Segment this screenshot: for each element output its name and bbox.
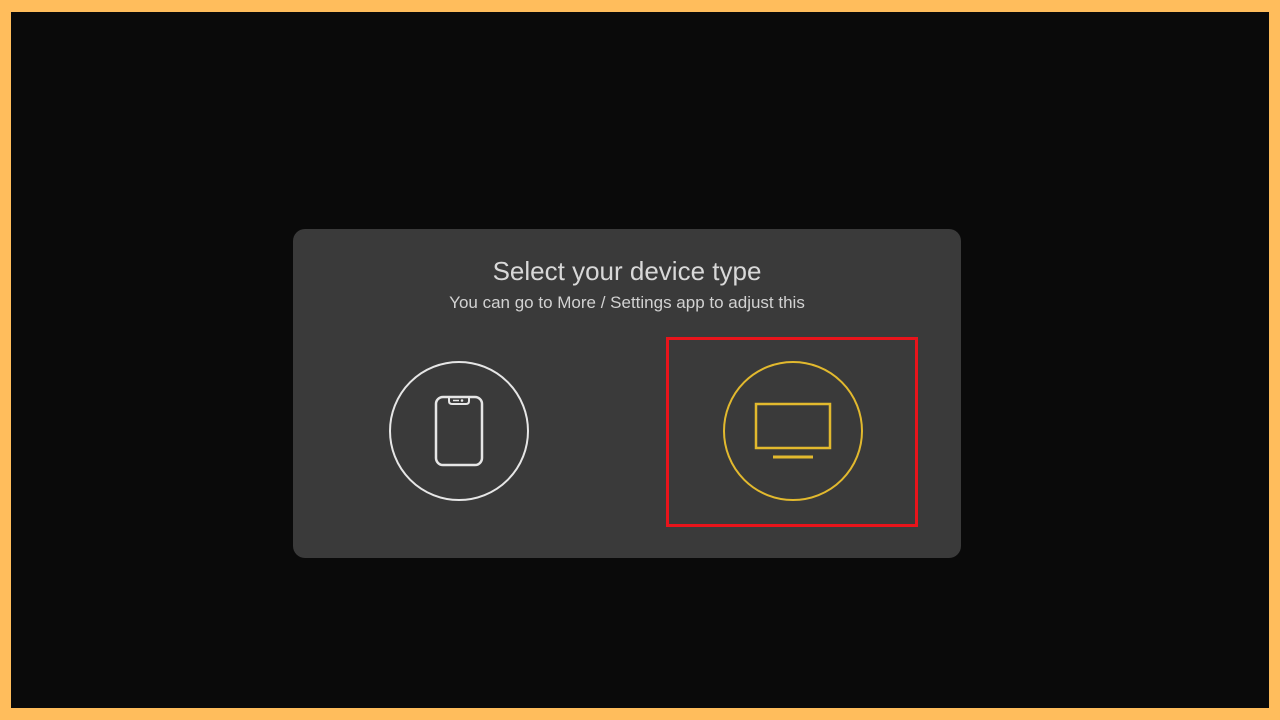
phone-icon (434, 395, 484, 467)
tv-device-option[interactable] (723, 361, 863, 501)
screen: Select your device type You can go to Mo… (11, 12, 1269, 708)
dialog-subtitle: You can go to More / Settings app to adj… (449, 293, 805, 312)
phone-device-option[interactable] (389, 361, 529, 501)
dialog-title: Select your device type (492, 256, 762, 286)
device-type-dialog: Select your device type You can go to Mo… (293, 229, 961, 558)
tv-icon (753, 401, 833, 461)
